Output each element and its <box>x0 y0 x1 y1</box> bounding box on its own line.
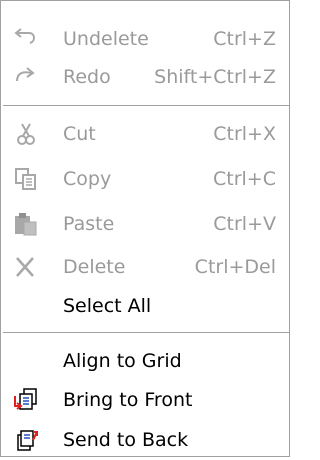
menu-item-select-all[interactable]: Select All <box>1 286 291 326</box>
paste-icon <box>15 213 37 236</box>
menu-item-label: Align to Grid <box>63 350 182 372</box>
menu-item-label: Copy <box>63 168 112 190</box>
delete-icon <box>16 257 34 277</box>
menu-item-shortcut: Shift+Ctrl+Z <box>154 66 276 88</box>
menu-item-cut[interactable]: Cut Ctrl+X <box>1 114 291 154</box>
menu-item-label: Select All <box>63 295 152 317</box>
bring-to-front-icon <box>14 388 37 410</box>
menu-separator <box>3 105 289 106</box>
menu-item-paste[interactable]: Paste Ctrl+V <box>1 204 291 244</box>
menu-item-shortcut: Ctrl+V <box>213 213 276 235</box>
menu-item-shortcut: Ctrl+Del <box>194 256 276 278</box>
menu-item-shortcut: Ctrl+X <box>213 123 276 145</box>
redo-icon <box>16 67 35 82</box>
menu-item-label: Undelete <box>63 28 149 50</box>
menu-item-align-to-grid[interactable]: Align to Grid <box>1 341 291 381</box>
menu-item-label: Cut <box>63 123 96 145</box>
scissors-icon <box>17 123 35 145</box>
copy-icon <box>15 168 36 190</box>
menu-item-label: Delete <box>63 256 126 278</box>
menu-item-label: Send to Back <box>63 429 189 451</box>
menu-item-delete[interactable]: Delete Ctrl+Del <box>1 247 291 287</box>
menu-separator <box>3 332 289 333</box>
menu-item-send-to-back[interactable]: Send to Back <box>1 420 291 460</box>
context-menu: Undelete Ctrl+Z Redo Shift+Ctrl+Z Cut Ct… <box>0 0 290 457</box>
undelete-icon <box>14 28 35 44</box>
menu-item-undelete[interactable]: Undelete Ctrl+Z <box>1 19 291 59</box>
menu-item-shortcut: Ctrl+C <box>213 168 276 190</box>
menu-item-shortcut: Ctrl+Z <box>213 28 276 50</box>
menu-item-bring-to-front[interactable]: Bring to Front <box>1 380 291 420</box>
menu-item-label: Redo <box>63 66 111 88</box>
menu-item-redo[interactable]: Redo Shift+Ctrl+Z <box>1 57 291 97</box>
menu-item-copy[interactable]: Copy Ctrl+C <box>1 159 291 199</box>
menu-item-label: Paste <box>63 213 115 235</box>
send-to-back-icon <box>17 430 38 451</box>
menu-item-label: Bring to Front <box>63 389 193 411</box>
